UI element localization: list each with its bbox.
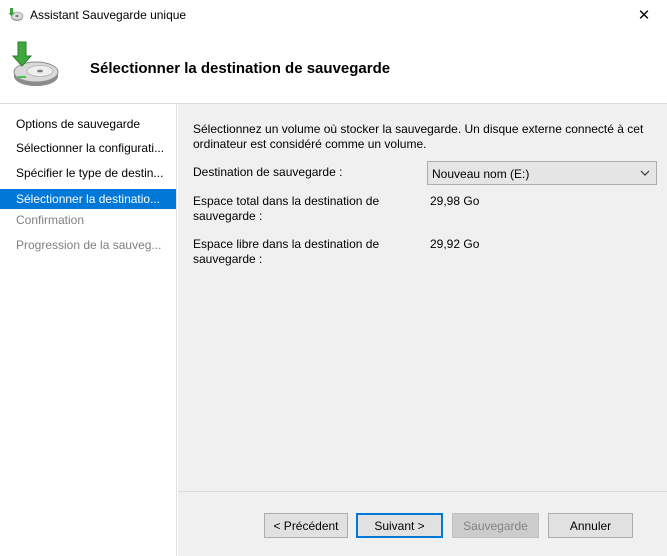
step-progress: Progression de la sauveg... <box>16 238 162 252</box>
free-space-value: 29,92 Go <box>430 237 480 251</box>
backup-button: Sauvegarde <box>452 513 539 538</box>
intro-text: Sélectionnez un volume où stocker la sau… <box>193 122 644 151</box>
backup-disk-icon <box>11 41 59 86</box>
window-title: Assistant Sauvegarde unique <box>30 8 187 22</box>
step-destination-type[interactable]: Spécifier le type de destin... <box>0 163 176 183</box>
previous-button[interactable]: < Précédent <box>264 513 348 538</box>
close-button[interactable]: ✕ <box>621 0 667 30</box>
page-title: Sélectionner la destination de sauvegard… <box>90 60 391 77</box>
free-space-label: Espace libre dans la destination de sauv… <box>193 237 380 266</box>
destination-label: Destination de sauvegarde : <box>193 165 343 179</box>
close-icon: ✕ <box>637 7 651 24</box>
total-space-value: 29,98 Go <box>430 194 480 208</box>
cancel-button[interactable]: Annuler <box>548 513 633 538</box>
step-configuration[interactable]: Sélectionner la configurati... <box>0 138 176 158</box>
next-button[interactable]: Suivant > <box>356 513 443 538</box>
step-confirmation: Confirmation <box>16 213 85 227</box>
wizard-steps-sidebar: Options de sauvegarde Sélectionner la co… <box>0 104 177 556</box>
step-options[interactable]: Options de sauvegarde <box>0 114 176 134</box>
main-panel: Sélectionnez un volume où stocker la sau… <box>178 104 667 491</box>
title-bar: Assistant Sauvegarde unique ✕ <box>0 0 667 30</box>
step-destination[interactable]: Sélectionner la destinatio... <box>0 189 176 209</box>
destination-select[interactable]: Nouveau nom (E:) <box>427 161 657 185</box>
total-space-label: Espace total dans la destination de sauv… <box>193 194 380 223</box>
destination-select-value: Nouveau nom (E:) <box>432 167 530 181</box>
backup-app-icon <box>8 8 24 21</box>
wizard-footer: < Précédent Suivant > Sauvegarde Annuler <box>178 491 667 556</box>
chevron-down-icon <box>640 170 650 176</box>
wizard-header: Sélectionner la destination de sauvegard… <box>0 30 667 103</box>
